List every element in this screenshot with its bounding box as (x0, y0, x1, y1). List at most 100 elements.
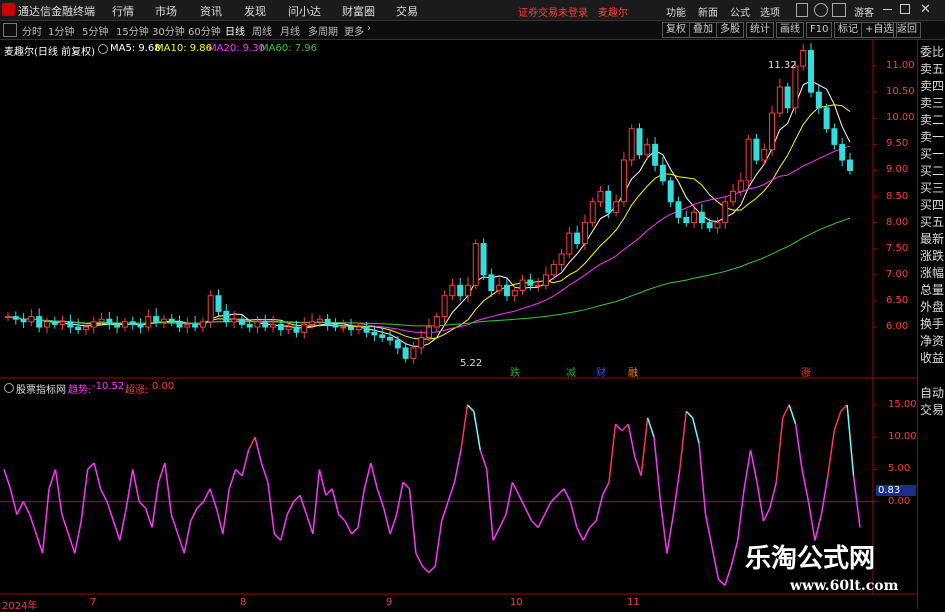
candle-body (550, 263, 557, 276)
candle-body (706, 222, 713, 229)
quote-field-label[interactable]: 最新 (920, 231, 944, 248)
quote-field-label[interactable]: 涨幅 (920, 265, 944, 282)
marker-fall[interactable]: 跌 (510, 364, 520, 379)
quote-field-label[interactable]: 换手 (920, 316, 944, 333)
candle-body (75, 326, 82, 331)
high-price-label: 11.32 (768, 60, 797, 71)
ma60-line (7, 217, 851, 327)
indicator-settings-icon[interactable] (4, 383, 14, 393)
quote-field-label[interactable]: 委比 (920, 44, 944, 61)
trend-segment (48, 469, 57, 490)
quote-field-label[interactable]: 净资 (920, 333, 944, 350)
auto-trade-label[interactable]: 交易 (920, 402, 944, 419)
settings-icon[interactable] (98, 44, 108, 54)
trend-segment (318, 469, 327, 496)
trend-segment (634, 456, 642, 477)
trend-segment (704, 514, 713, 547)
candle-body (36, 316, 43, 328)
trend-segment (543, 501, 552, 515)
trend-segment (67, 533, 76, 554)
trend-segment (511, 481, 520, 496)
quote-field-label[interactable]: 买五 (920, 214, 944, 231)
quote-field-label[interactable]: 总量 (920, 282, 944, 299)
quote-field-label[interactable]: 买四 (920, 197, 944, 214)
candle-body (262, 321, 269, 328)
candle-body (51, 321, 58, 325)
auto-trade-label[interactable]: 自动 (920, 385, 944, 402)
candle-body (745, 138, 752, 182)
candle-body (215, 295, 222, 312)
ma20-line (7, 145, 851, 334)
quote-field-label[interactable]: 买二 (920, 163, 944, 180)
quote-field-label[interactable]: 外盘 (920, 299, 944, 316)
candle-body (301, 323, 308, 333)
candle-body (340, 326, 347, 329)
candle-body (309, 321, 316, 325)
price-tick-label: 10.00 (886, 112, 915, 124)
candle-body (659, 164, 666, 182)
candle-body (270, 323, 277, 328)
x-label-oct: 10 (510, 597, 523, 608)
quote-field-label[interactable]: 买一 (920, 146, 944, 163)
trend-segment (576, 527, 584, 541)
trend-segment (93, 462, 102, 489)
candle-body (5, 316, 11, 319)
candle-body (574, 232, 581, 245)
candle-body (223, 310, 230, 323)
candle-body (628, 128, 635, 161)
marker-rise[interactable]: 涨 (801, 364, 811, 379)
candle-body (254, 321, 261, 328)
candle-body (207, 295, 214, 323)
candle-body (535, 284, 542, 287)
price-tick-label: 6.50 (886, 294, 909, 306)
trend-segment (209, 488, 218, 509)
trend-segment (151, 482, 160, 528)
candle-body (285, 326, 292, 331)
trend-segment (711, 546, 720, 580)
trend-value: -10.52 (92, 381, 125, 392)
candle-body (199, 321, 206, 328)
trend-segment (595, 495, 604, 522)
trend-segment (286, 501, 295, 515)
candle-body (613, 201, 620, 213)
marker-reduce[interactable]: 减 (566, 364, 576, 379)
indicator-tick-label: 15.00 (888, 398, 917, 410)
chart-canvas[interactable] (0, 0, 945, 609)
trend-segment (305, 514, 314, 535)
candle-body (98, 318, 105, 323)
trend-segment (492, 527, 501, 541)
trend-segment (447, 482, 456, 502)
marker-margin[interactable]: 融 (628, 364, 638, 379)
candle-body (784, 86, 791, 109)
quote-field-label[interactable]: 卖三 (920, 95, 944, 112)
quote-field-label[interactable]: 涨跌 (920, 248, 944, 265)
trend-segment (627, 424, 636, 457)
ma5-label: MA5: 9.68 (110, 43, 161, 54)
trend-segment (736, 488, 745, 541)
quote-field-label[interactable]: 卖五 (920, 61, 944, 78)
quote-field-label[interactable]: 卖四 (920, 78, 944, 95)
trend-segment (453, 449, 462, 483)
trend-segment (679, 411, 687, 470)
trend-segment (241, 449, 250, 477)
candle-body (394, 339, 401, 349)
trend-segment (183, 520, 192, 554)
quote-field-label[interactable]: 卖二 (920, 112, 944, 129)
candle-body (542, 274, 549, 286)
candle-body (176, 321, 183, 328)
trend-segment (254, 436, 263, 464)
candle-body (246, 323, 253, 328)
candle-body (82, 326, 89, 331)
candle-body (667, 180, 674, 203)
quote-field-label[interactable]: 卖一 (920, 129, 944, 146)
quote-field-label[interactable]: 收益 (920, 350, 944, 367)
candle-body (620, 159, 627, 203)
marker-finance[interactable]: 财 (596, 364, 606, 379)
trend-segment (698, 443, 707, 515)
candle-body (363, 326, 370, 333)
candle-body (831, 128, 838, 145)
candle-body (90, 321, 97, 328)
candle-body (293, 326, 300, 333)
trend-segment (35, 533, 44, 554)
quote-field-label[interactable]: 买三 (920, 180, 944, 197)
